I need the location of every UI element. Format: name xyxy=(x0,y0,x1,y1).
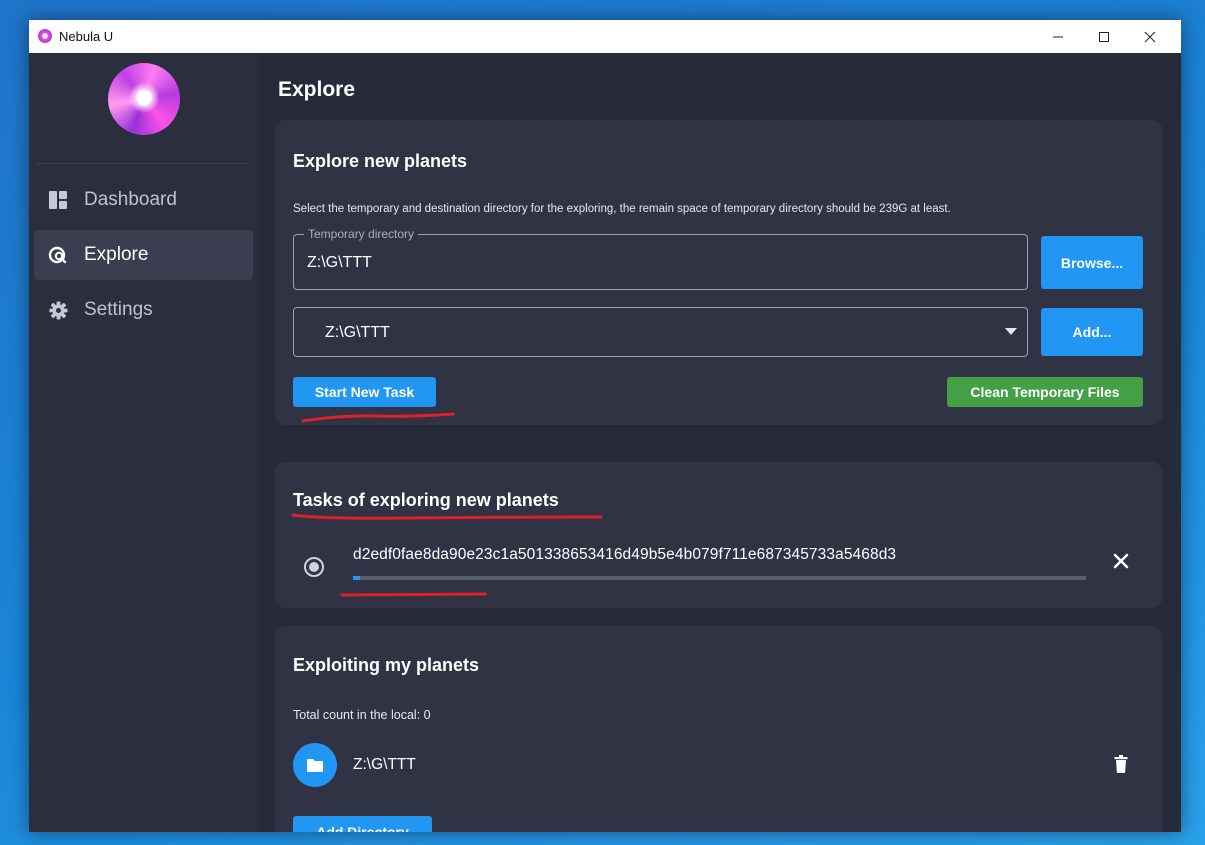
clean-temporary-files-button[interactable]: Clean Temporary Files xyxy=(947,377,1143,407)
title-bar: Nebula U xyxy=(29,20,1181,53)
app-logo xyxy=(108,63,180,135)
folder-avatar xyxy=(293,743,337,787)
directory-path: Z:\G\TTT xyxy=(353,756,416,773)
explore-card: Explore new planets Select the temporary… xyxy=(275,120,1162,425)
close-icon xyxy=(1144,31,1156,42)
remove-task-icon[interactable] xyxy=(1111,551,1131,571)
sidebar-item-dashboard[interactable]: Dashboard xyxy=(34,175,253,225)
window-title: Nebula U xyxy=(59,29,114,44)
temporary-directory-value: Z:\G\TTT xyxy=(307,254,372,271)
destination-directory-select[interactable]: Z:\G\TTT xyxy=(293,307,1028,357)
add-directory-button[interactable]: Add Directory xyxy=(293,816,432,832)
minimize-icon xyxy=(1053,36,1063,37)
start-new-task-button[interactable]: Start New Task xyxy=(293,377,436,407)
sidebar-item-label: Explore xyxy=(84,244,149,265)
card-title: Exploiting my planets xyxy=(293,655,480,675)
temporary-directory-field[interactable]: Temporary directory Z:\G\TTT xyxy=(293,227,1028,290)
dashboard-icon xyxy=(48,190,68,210)
browse-button[interactable]: Browse... xyxy=(1041,236,1143,289)
task-progress-fill xyxy=(353,576,361,580)
chevron-down-icon xyxy=(1005,328,1017,335)
maximize-icon xyxy=(1099,31,1109,42)
sidebar-divider xyxy=(37,163,248,164)
card-title: Explore new planets xyxy=(293,151,468,171)
minimize-button[interactable] xyxy=(1035,20,1081,53)
explore-icon xyxy=(48,245,68,265)
sidebar-item-settings[interactable]: Settings xyxy=(34,285,253,335)
exploit-card: Exploiting my planets Total count in the… xyxy=(275,626,1162,832)
page-title: Explore xyxy=(278,78,356,101)
sidebar-item-label: Settings xyxy=(84,299,153,320)
destination-directory-value: Z:\G\TTT xyxy=(325,324,390,341)
close-window-button[interactable] xyxy=(1127,20,1173,53)
sidebar-item-explore[interactable]: Explore xyxy=(34,230,253,280)
main-content: Explore Explore new planets Select the t… xyxy=(258,53,1181,832)
red-underline-annotation xyxy=(340,592,487,597)
explore-hint: Select the temporary and destination dir… xyxy=(293,203,951,215)
red-underline-annotation xyxy=(301,412,455,423)
task-id: d2edf0fae8da90e23c1a501338653416d49b5e4b… xyxy=(353,546,897,563)
app-window: Nebula U Dashboard Explore Settings Expl… xyxy=(29,20,1181,832)
total-count-text: Total count in the local: 0 xyxy=(293,708,431,722)
field-label: Temporary directory xyxy=(304,227,419,241)
trash-icon[interactable] xyxy=(1111,754,1131,774)
gear-icon xyxy=(48,300,68,320)
folder-icon xyxy=(307,758,323,772)
red-underline-annotation xyxy=(291,513,603,520)
sidebar: Dashboard Explore Settings xyxy=(29,53,258,832)
task-radio[interactable] xyxy=(304,557,324,577)
app-logo-icon xyxy=(38,29,52,43)
tasks-card: Tasks of exploring new planets d2edf0fae… xyxy=(275,462,1162,608)
maximize-button[interactable] xyxy=(1081,20,1127,53)
sidebar-item-label: Dashboard xyxy=(84,189,177,210)
card-title: Tasks of exploring new planets xyxy=(293,490,559,510)
add-button[interactable]: Add... xyxy=(1041,308,1143,356)
task-progress-bar xyxy=(353,576,1086,580)
